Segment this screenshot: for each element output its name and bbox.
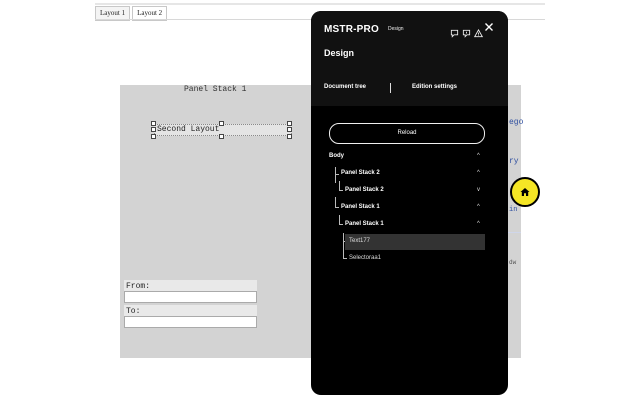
tree-item-body[interactable]: Body bbox=[329, 153, 344, 159]
chevron-up-icon[interactable]: ^ bbox=[477, 170, 480, 176]
tree-connector bbox=[335, 207, 339, 208]
tree-item-panel-stack-1[interactable]: Panel Stack 1 bbox=[341, 204, 380, 210]
chat-icon[interactable] bbox=[450, 25, 459, 38]
warning-icon[interactable] bbox=[473, 25, 484, 38]
chevron-up-icon[interactable]: ^ bbox=[477, 221, 480, 227]
tree-connector bbox=[339, 224, 343, 225]
tab-edition-settings[interactable]: Edition settings bbox=[412, 84, 457, 90]
peek-text: dw bbox=[509, 259, 517, 266]
to-label: To: bbox=[126, 307, 141, 316]
tree-connector bbox=[335, 174, 339, 175]
peek-text: ego bbox=[509, 118, 524, 127]
tree-item-text177[interactable]: Text177 bbox=[349, 238, 370, 244]
resize-handle[interactable] bbox=[219, 121, 224, 126]
chevron-down-icon[interactable]: v bbox=[477, 187, 480, 193]
tree-connector bbox=[335, 197, 336, 207]
tree-connector bbox=[339, 190, 343, 191]
from-input[interactable] bbox=[124, 291, 257, 303]
comment-icon[interactable] bbox=[462, 25, 471, 38]
tree-connector bbox=[335, 167, 336, 183]
mstr-pro-panel: MSTR-PRO Design Design Document tree Edi… bbox=[311, 11, 508, 395]
home-button[interactable] bbox=[510, 177, 540, 207]
resize-handle[interactable] bbox=[287, 134, 292, 139]
tree-connector bbox=[339, 181, 340, 190]
panel-stack-title: Panel Stack 1 bbox=[184, 85, 247, 94]
tab-document-tree[interactable]: Document tree bbox=[324, 84, 366, 90]
brand-title: MSTR-PRO bbox=[324, 24, 379, 35]
chevron-up-icon[interactable]: ^ bbox=[477, 153, 480, 159]
panel-title: Design bbox=[324, 48, 355, 58]
peek-text: ry bbox=[509, 157, 519, 166]
resize-handle[interactable] bbox=[151, 121, 156, 126]
peek-text: in bbox=[509, 206, 518, 214]
tree-connector bbox=[339, 215, 340, 224]
tab-divider bbox=[390, 83, 391, 93]
from-label: From: bbox=[126, 282, 151, 291]
tree-item-selectoraa1[interactable]: Selectoraa1 bbox=[349, 255, 381, 261]
tree-connector bbox=[343, 233, 344, 259]
resize-handle[interactable] bbox=[219, 134, 224, 139]
reload-button[interactable]: Reload bbox=[329, 123, 485, 144]
tree-item-panel-stack-2[interactable]: Panel Stack 2 bbox=[341, 170, 380, 176]
tree-item-panel-stack-2-layout[interactable]: Panel Stack 2 bbox=[345, 187, 384, 193]
resize-handle[interactable] bbox=[287, 127, 292, 132]
second-layout-label: Second Layout bbox=[157, 125, 220, 134]
to-input[interactable] bbox=[124, 316, 257, 328]
chevron-up-icon[interactable]: ^ bbox=[477, 204, 480, 210]
peek-divider bbox=[508, 232, 521, 233]
home-icon bbox=[520, 188, 530, 196]
close-icon[interactable] bbox=[484, 22, 494, 36]
brand-subtitle: Design bbox=[388, 26, 404, 32]
tree-item-panel-stack-1-layout[interactable]: Panel Stack 1 bbox=[345, 221, 384, 227]
to-strip bbox=[124, 305, 257, 316]
resize-handle[interactable] bbox=[151, 134, 156, 139]
resize-handle[interactable] bbox=[151, 127, 156, 132]
top-border bbox=[95, 3, 545, 5]
resize-handle[interactable] bbox=[287, 121, 292, 126]
tree-connector bbox=[343, 258, 347, 259]
